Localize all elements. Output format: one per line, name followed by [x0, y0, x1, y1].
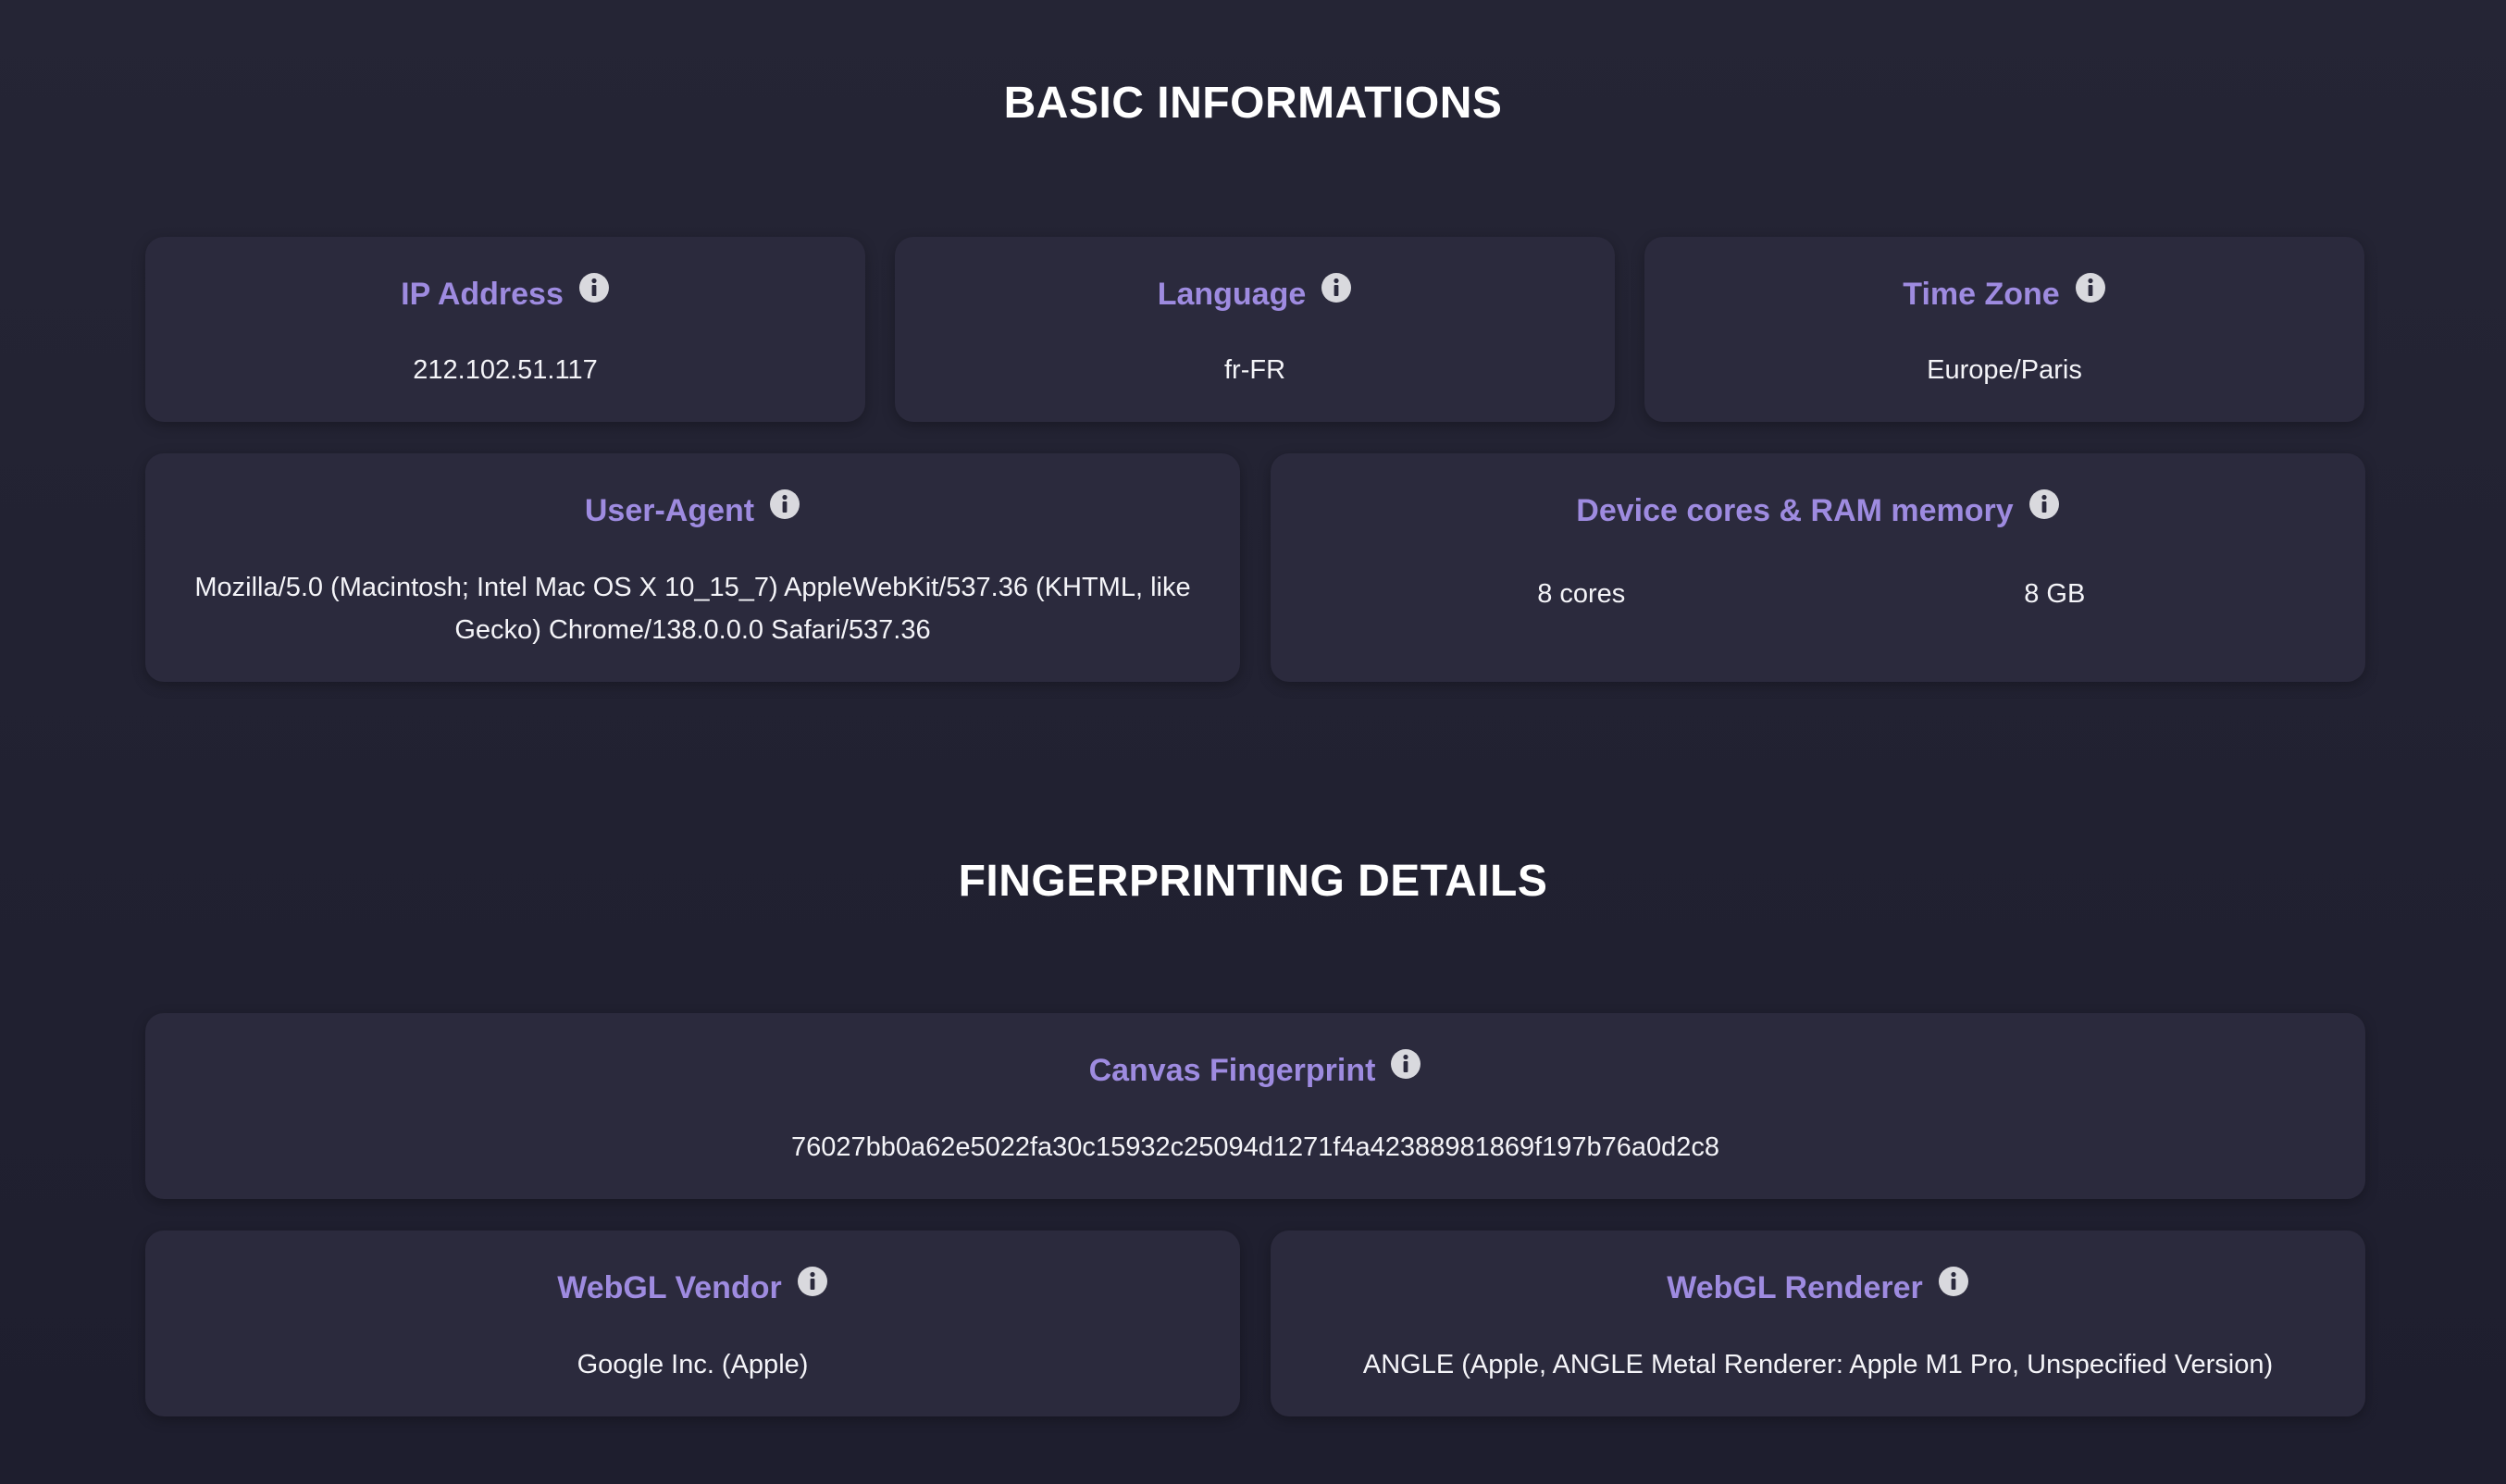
device-card: Device cores & RAM memory 8 cores 8 GB — [1271, 453, 2365, 682]
time-zone-label: Time Zone — [1903, 277, 2060, 312]
ip-address-label: IP Address — [401, 277, 564, 312]
language-value: fr-FR — [1223, 355, 1286, 385]
user-agent-label: User-Agent — [584, 493, 755, 528]
info-icon[interactable] — [797, 1266, 828, 1297]
device-values: 8 cores 8 GB — [1345, 579, 2291, 610]
ip-address-card: IP Address 212.102.51.117 — [145, 237, 865, 422]
info-icon[interactable] — [1321, 272, 1352, 303]
webgl-vendor-label: WebGL Vendor — [557, 1270, 782, 1305]
info-icon[interactable] — [1390, 1048, 1421, 1080]
info-icon[interactable] — [2028, 488, 2060, 520]
ip-address-value: 212.102.51.117 — [413, 355, 598, 385]
basic-informations-title: BASIC INFORMATIONS — [1003, 79, 1503, 128]
language-card: Language fr-FR — [895, 237, 1615, 422]
info-icon[interactable] — [1938, 1266, 1969, 1297]
user-agent-card: User-Agent Mozilla/5.0 (Macintosh; Intel… — [145, 453, 1240, 682]
time-zone-value: Europe/Paris — [1927, 355, 2082, 385]
canvas-fingerprint-card: Canvas Fingerprint 76027bb0a62e5022fa30c… — [145, 1013, 2365, 1199]
canvas-fingerprint-value: 76027bb0a62e5022fa30c15932c25094d1271f4a… — [790, 1132, 1720, 1162]
info-icon[interactable] — [578, 272, 610, 303]
language-label: Language — [1157, 277, 1307, 312]
info-icon[interactable] — [769, 488, 800, 520]
time-zone-card: Time Zone Europe/Paris — [1644, 237, 2364, 422]
webgl-vendor-value: Google Inc. (Apple) — [577, 1350, 809, 1379]
webgl-renderer-card: WebGL Renderer ANGLE (Apple, ANGLE Metal… — [1271, 1230, 2365, 1416]
canvas-fingerprint-label: Canvas Fingerprint — [1088, 1053, 1376, 1088]
webgl-vendor-card: WebGL Vendor Google Inc. (Apple) — [145, 1230, 1240, 1416]
info-icon[interactable] — [2075, 272, 2106, 303]
device-ram-value: 8 GB — [2024, 579, 2086, 609]
webgl-renderer-label: WebGL Renderer — [1667, 1270, 1923, 1305]
fingerprinting-details-title: FINGERPRINTING DETAILS — [958, 857, 1548, 906]
webgl-renderer-value: ANGLE (Apple, ANGLE Metal Renderer: Appl… — [1362, 1350, 2274, 1379]
user-agent-value: Mozilla/5.0 (Macintosh; Intel Mac OS X 1… — [194, 573, 1191, 645]
device-label: Device cores & RAM memory — [1576, 493, 2014, 528]
device-cores-value: 8 cores — [1537, 579, 1626, 609]
